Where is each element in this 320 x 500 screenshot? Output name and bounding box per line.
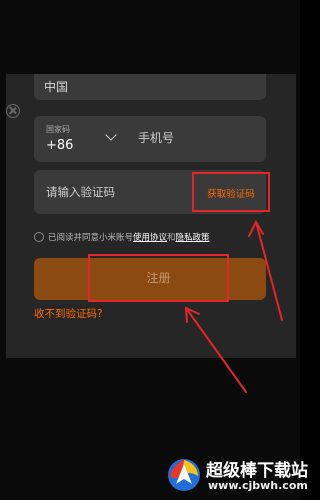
agreement-prefix: 已阅读并同意小米账号 <box>48 233 134 243</box>
close-icon[interactable] <box>6 104 20 118</box>
register-label: 注册 <box>146 271 171 285</box>
phone-number-row: 国家码 +86 <box>34 116 266 162</box>
chevron-down-icon[interactable] <box>105 129 117 141</box>
country-code-label: 国家码 <box>46 125 70 134</box>
verification-code-input[interactable] <box>46 183 176 201</box>
agreement-and: 和 <box>167 233 176 243</box>
country-code-value[interactable]: +86 <box>46 138 73 153</box>
register-highlight: 注册 <box>88 254 229 302</box>
brand-logo-icon <box>168 459 200 491</box>
no-code-link[interactable]: 收不到验证码? <box>34 306 103 321</box>
region-field-text: 中国 <box>44 80 69 94</box>
region-field[interactable]: 中国 <box>34 74 266 100</box>
privacy-link[interactable]: 隐私政策 <box>176 233 210 243</box>
get-code-label: 获取验证码 <box>207 189 255 200</box>
watermark-name: 超级棒下载站 <box>206 461 308 481</box>
checkbox-icon[interactable] <box>34 232 44 242</box>
watermark: 超级棒下载站 www.cjbwh.com <box>164 452 308 500</box>
phone-number-input[interactable] <box>138 129 258 147</box>
watermark-url: www.cjbwh.com <box>208 479 308 492</box>
terms-link[interactable]: 使用协议 <box>133 233 167 243</box>
get-code-button[interactable]: 获取验证码 <box>192 172 270 212</box>
agreement-text: 已阅读并同意小米账号使用协议和隐私政策 <box>48 231 210 243</box>
